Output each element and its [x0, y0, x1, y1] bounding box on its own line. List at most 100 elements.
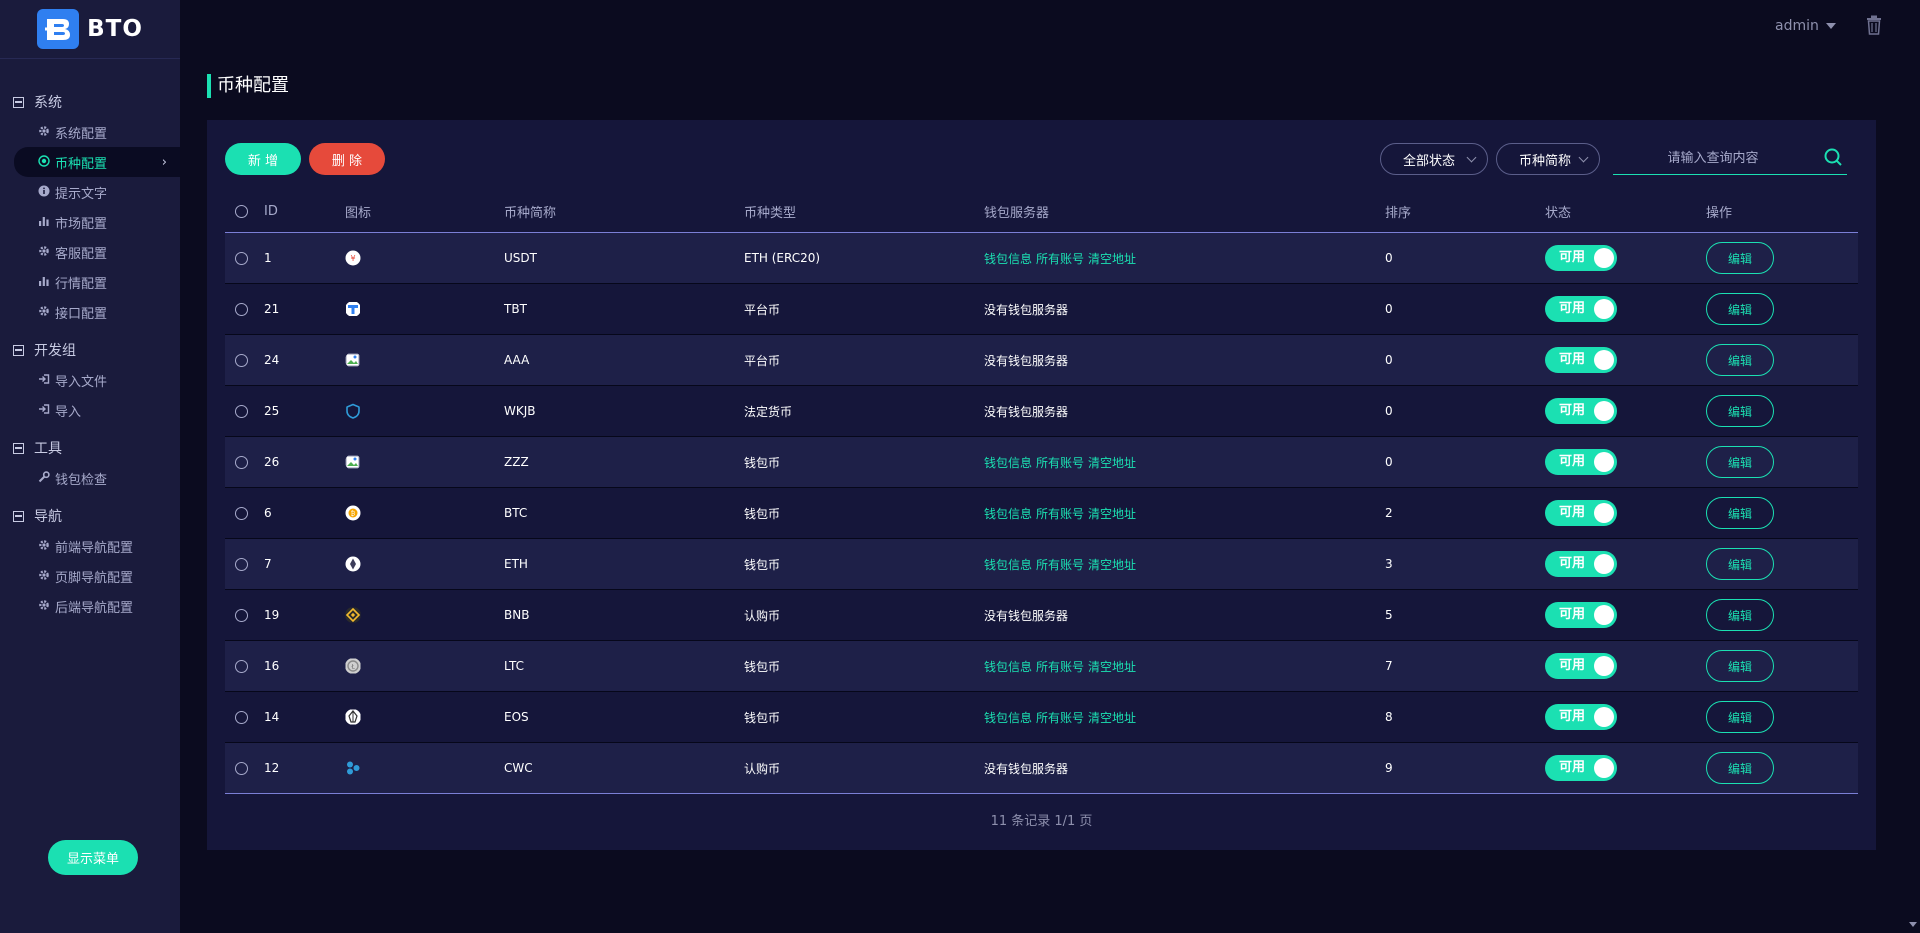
table-body: 1 ¥ USDT ETH (ERC20) 钱包信息 所有账号 清空地址 0 可用 编辑 21 TBT 平…	[225, 233, 1858, 794]
status-toggle[interactable]: 可用	[1545, 602, 1617, 628]
all-accounts-link[interactable]: 所有账号	[1036, 507, 1084, 521]
status-toggle[interactable]: 可用	[1545, 551, 1617, 577]
row-select-radio[interactable]	[235, 557, 248, 571]
row-select-radio[interactable]	[235, 506, 248, 520]
sidebar-item-0-1[interactable]: 币种配置 ›	[14, 147, 180, 177]
sidebar-item-0-0[interactable]: 系统配置	[14, 117, 180, 147]
sidebar-group-2[interactable]: 工具	[0, 433, 180, 463]
cell-type: 平台币	[744, 353, 781, 368]
status-toggle[interactable]: 可用	[1545, 449, 1617, 475]
edit-button[interactable]: 编辑	[1706, 446, 1774, 478]
status-toggle[interactable]: 可用	[1545, 653, 1617, 679]
broken-image-icon	[345, 352, 504, 368]
logo[interactable]: BTO	[0, 0, 180, 59]
sidebar-group-label: 系统	[34, 95, 62, 111]
all-accounts-link[interactable]: 所有账号	[1036, 558, 1084, 572]
all-accounts-link[interactable]: 所有账号	[1036, 456, 1084, 470]
sidebar-item-0-4[interactable]: 客服配置	[14, 237, 180, 267]
search-icon[interactable]	[1823, 147, 1843, 167]
row-select-radio[interactable]	[235, 710, 248, 724]
row-select-radio[interactable]	[235, 404, 248, 418]
bar-chart-icon	[36, 215, 51, 230]
search-input[interactable]	[1613, 143, 1813, 173]
edit-button[interactable]: 编辑	[1706, 548, 1774, 580]
sidebar-item-2-0[interactable]: 钱包检查	[14, 463, 180, 493]
row-select-radio[interactable]	[235, 302, 248, 316]
name-filter-select[interactable]: 币种简称	[1496, 143, 1600, 175]
edit-button[interactable]: 编辑	[1706, 701, 1774, 733]
edit-button[interactable]: 编辑	[1706, 599, 1774, 631]
status-toggle[interactable]: 可用	[1545, 296, 1617, 322]
clear-address-link[interactable]: 清空地址	[1088, 660, 1136, 674]
edit-button[interactable]: 编辑	[1706, 242, 1774, 274]
status-toggle[interactable]: 可用	[1545, 347, 1617, 373]
status-filter-select[interactable]: 全部状态	[1380, 143, 1488, 175]
status-label: 可用	[1559, 505, 1586, 520]
sidebar-group-1[interactable]: 开发组	[0, 335, 180, 365]
edit-button[interactable]: 编辑	[1706, 395, 1774, 427]
clear-address-link[interactable]: 清空地址	[1088, 456, 1136, 470]
clear-address-link[interactable]: 清空地址	[1088, 507, 1136, 521]
row-select-radio[interactable]	[235, 608, 248, 622]
user-menu[interactable]: admin	[1775, 18, 1836, 34]
delete-button[interactable]: 删 除	[309, 143, 385, 175]
clear-address-link[interactable]: 清空地址	[1088, 711, 1136, 725]
row-select-radio[interactable]	[235, 353, 248, 367]
all-accounts-link[interactable]: 所有账号	[1036, 660, 1084, 674]
edit-button[interactable]: 编辑	[1706, 344, 1774, 376]
bar-chart-icon	[36, 275, 51, 290]
sidebar-item-label: 页脚导航配置	[55, 570, 134, 586]
status-toggle[interactable]: 可用	[1545, 398, 1617, 424]
sign-in-icon	[36, 403, 51, 418]
sidebar-item-0-6[interactable]: 接口配置	[14, 297, 180, 327]
sidebar-item-3-0[interactable]: 前端导航配置	[14, 531, 180, 561]
cell-id: 14	[264, 710, 280, 724]
scroll-down-arrow-icon[interactable]	[1909, 922, 1917, 927]
shield-icon	[345, 403, 504, 419]
sidebar-item-3-1[interactable]: 页脚导航配置	[14, 561, 180, 591]
trash-icon[interactable]	[1866, 15, 1882, 35]
logo-mark-icon	[37, 9, 80, 49]
no-server-text: 没有钱包服务器	[984, 302, 1069, 317]
edit-button[interactable]: 编辑	[1706, 650, 1774, 682]
sidebar-item-3-2[interactable]: 后端导航配置	[14, 591, 180, 621]
sidebar-group-3[interactable]: 导航	[0, 501, 180, 531]
clear-address-link[interactable]: 清空地址	[1088, 252, 1136, 266]
sidebar-item-0-2[interactable]: 提示文字	[14, 177, 180, 207]
wallet-info-link[interactable]: 钱包信息	[984, 558, 1032, 572]
wallet-info-link[interactable]: 钱包信息	[984, 252, 1032, 266]
wallet-info-link[interactable]: 钱包信息	[984, 660, 1032, 674]
wallet-info-link[interactable]: 钱包信息	[984, 711, 1032, 725]
add-button[interactable]: 新 增	[225, 143, 301, 175]
sidebar-item-1-0[interactable]: 导入文件	[14, 365, 180, 395]
header-name: 币种简称	[504, 205, 557, 221]
sidebar-group-0[interactable]: 系统	[0, 87, 180, 117]
all-accounts-link[interactable]: 所有账号	[1036, 711, 1084, 725]
clear-address-link[interactable]: 清空地址	[1088, 558, 1136, 572]
sidebar-item-label: 后端导航配置	[55, 600, 134, 616]
wallet-info-link[interactable]: 钱包信息	[984, 507, 1032, 521]
edit-button[interactable]: 编辑	[1706, 497, 1774, 529]
show-menu-button[interactable]: 显示菜单	[48, 840, 138, 875]
row-select-radio[interactable]	[235, 761, 248, 775]
row-select-radio[interactable]	[235, 251, 248, 265]
wallet-info-link[interactable]: 钱包信息	[984, 456, 1032, 470]
status-toggle[interactable]: 可用	[1545, 245, 1617, 271]
status-toggle[interactable]: 可用	[1545, 755, 1617, 781]
edit-button[interactable]: 编辑	[1706, 752, 1774, 784]
sidebar-item-0-3[interactable]: 市场配置	[14, 207, 180, 237]
no-server-text: 没有钱包服务器	[984, 404, 1069, 419]
row-select-radio[interactable]	[235, 455, 248, 469]
status-toggle[interactable]: 可用	[1545, 500, 1617, 526]
status-label: 可用	[1559, 607, 1586, 622]
status-toggle[interactable]: 可用	[1545, 704, 1617, 730]
select-all-radio[interactable]	[235, 204, 248, 218]
main-panel: 新 增 删 除 全部状态 币种简称 ID 图标 币种简称 币种类型 钱包服务器 …	[207, 120, 1876, 850]
edit-button[interactable]: 编辑	[1706, 293, 1774, 325]
row-select-radio[interactable]	[235, 659, 248, 673]
all-accounts-link[interactable]: 所有账号	[1036, 252, 1084, 266]
sidebar-item-1-1[interactable]: 导入	[14, 395, 180, 425]
usdt-icon: ¥	[345, 250, 504, 266]
sidebar-item-0-5[interactable]: 行情配置	[14, 267, 180, 297]
table-header: ID 图标 币种简称 币种类型 钱包服务器 排序 状态 操作	[225, 190, 1858, 233]
